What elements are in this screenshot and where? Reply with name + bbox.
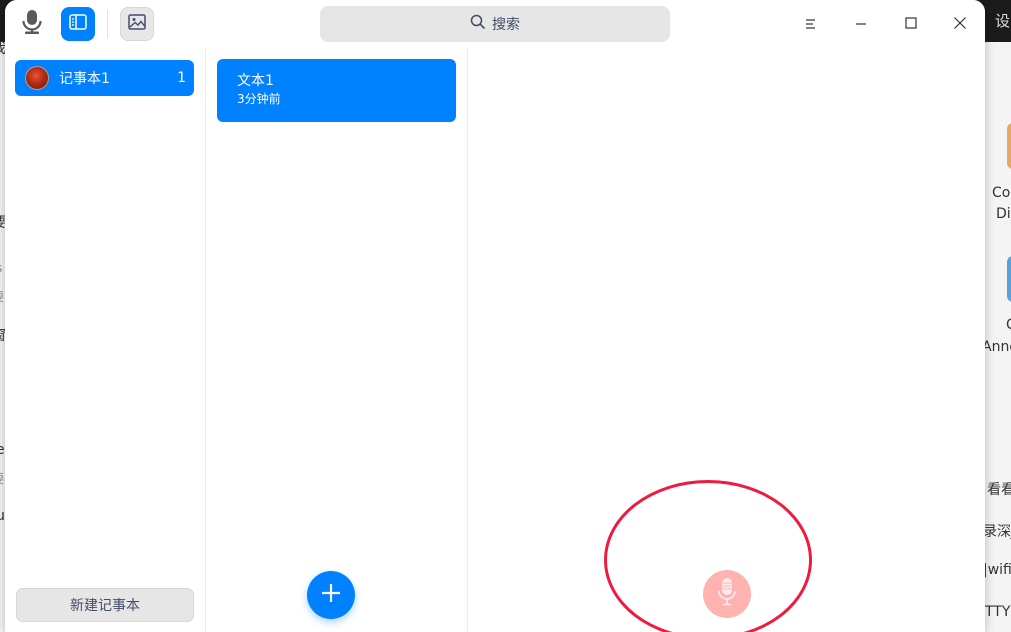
maximize-icon	[904, 15, 918, 34]
background-app-icon	[1007, 123, 1011, 169]
titlebar: 搜索	[5, 0, 985, 48]
background-text: s	[0, 261, 2, 275]
close-button[interactable]	[942, 6, 978, 42]
new-notebook-button[interactable]: 新建记事本	[16, 588, 194, 622]
background-text: |wifi	[983, 562, 1011, 578]
background-text: 看看	[987, 482, 1011, 498]
microphone-icon	[20, 9, 44, 39]
menu-icon	[804, 15, 818, 34]
minimize-button[interactable]	[843, 6, 879, 42]
image-icon	[128, 14, 146, 34]
background-text: C	[1006, 317, 1011, 333]
toolbar-separator	[107, 10, 108, 38]
maximize-button[interactable]	[893, 6, 929, 42]
background-text: TTY	[985, 604, 1011, 620]
notebook-list-pane: 记事本1 1 新建记事本	[5, 48, 206, 632]
notebook-avatar	[25, 66, 49, 90]
voice-record-button[interactable]	[703, 570, 751, 618]
background-app-icon	[1007, 256, 1011, 302]
background-text: i	[0, 546, 1, 562]
plus-icon	[320, 582, 342, 608]
main-menu-button[interactable]	[793, 6, 829, 42]
background-text: 设	[995, 12, 1011, 30]
toggle-sidebar-button[interactable]	[61, 7, 95, 41]
note-title: 文本1	[237, 73, 274, 89]
background-text: Anno	[982, 339, 1011, 355]
notebook-count: 1	[177, 70, 186, 86]
app-logo-button[interactable]	[15, 7, 49, 41]
note-time: 3分钟前	[237, 92, 281, 106]
notebook-name: 记事本1	[59, 71, 110, 87]
microphone-icon	[717, 577, 737, 611]
background-text: Di	[996, 206, 1011, 222]
close-icon	[953, 15, 967, 34]
background-text: e	[0, 442, 5, 458]
background-text: 录深J	[983, 524, 1011, 540]
search-placeholder: 搜索	[492, 17, 520, 33]
background-text: Co	[992, 185, 1011, 201]
search-icon	[470, 14, 486, 34]
sidebar-icon	[69, 14, 87, 34]
minimize-icon	[854, 15, 868, 34]
insert-image-button[interactable]	[120, 7, 154, 41]
add-note-button[interactable]	[307, 571, 355, 619]
note-editor-pane	[469, 48, 985, 632]
voice-notes-window: 搜索 记事本1 1 新建记事本 文本1 3分钟前	[5, 0, 985, 632]
notebook-item[interactable]: 记事本1 1	[15, 60, 194, 96]
background-text: 要	[0, 288, 4, 305]
background-text: 要	[0, 470, 4, 487]
note-list-pane: 文本1 3分钟前	[207, 48, 468, 632]
search-input[interactable]: 搜索	[320, 6, 670, 42]
note-item[interactable]: 文本1 3分钟前	[217, 59, 456, 122]
